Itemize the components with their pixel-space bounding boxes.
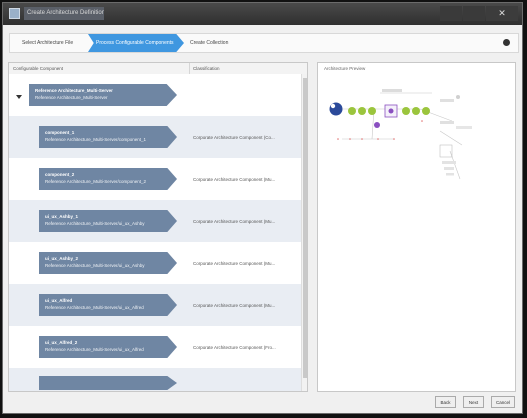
classification-cell[interactable]: Corporate Architecture Component (Co...: [193, 135, 275, 140]
table-row[interactable]: component_1 Reference Architecture_Multi…: [9, 116, 301, 158]
table-row[interactable]: [9, 368, 301, 391]
maximize-button[interactable]: [463, 6, 485, 21]
component-path: Reference Architecture_Multi-Server/comp…: [45, 179, 147, 184]
close-button[interactable]: ✕: [486, 6, 518, 21]
window-title: Create Architecture Definition: [24, 7, 104, 20]
component-tag: ui_ux_Alfred Reference Architecture_Mult…: [39, 294, 177, 316]
diagram-node: [348, 107, 356, 115]
back-button[interactable]: Back: [435, 396, 456, 408]
classification-cell[interactable]: Corporate Architecture Component (Mu...: [193, 303, 275, 308]
diagram-node: [402, 107, 410, 115]
classification-cell[interactable]: Corporate Architecture Component (Mu...: [193, 261, 275, 266]
component-tag: component_1 Reference Architecture_Multi…: [39, 126, 177, 148]
step-select-architecture-file[interactable]: Select Architecture File: [22, 34, 73, 52]
component-path: Reference Architecture_Multi-Server/ui_u…: [45, 221, 145, 226]
table-row[interactable]: ui_ux_Alfred_2 Reference Architecture_Mu…: [9, 326, 301, 368]
step-process-configurable-components[interactable]: Process Configurable Components: [88, 34, 184, 52]
component-tag: ui_ux_Ashby_2 Reference Architecture_Mul…: [39, 252, 177, 274]
component-name: ui_ux_Alfred: [45, 298, 73, 303]
close-icon: ✕: [498, 8, 506, 18]
column-header-classification[interactable]: Classification: [189, 63, 220, 74]
component-grid: Configurable Component Classification Re…: [8, 62, 308, 392]
component-tag: ui_ux_Alfred_2 Reference Architecture_Mu…: [39, 336, 177, 358]
component-tag: [39, 376, 177, 390]
diagram-node: [412, 107, 420, 115]
table-row[interactable]: ui_ux_Ashby_1 Reference Architecture_Mul…: [9, 200, 301, 242]
window-controls: ✕: [440, 6, 518, 21]
cancel-button[interactable]: Cancel: [491, 396, 515, 408]
gear-icon[interactable]: [503, 39, 510, 46]
component-name: ui_ux_Alfred_2: [45, 340, 78, 345]
classification-cell[interactable]: Corporate Architecture Component (Mu...: [193, 177, 275, 182]
column-header-component[interactable]: Configurable Component: [13, 63, 63, 74]
next-button[interactable]: Next: [463, 396, 484, 408]
vertical-scrollbar[interactable]: [301, 74, 307, 391]
diagram-node: [358, 107, 366, 115]
architecture-preview-panel: Architecture Preview: [317, 62, 516, 392]
title-bar[interactable]: Create Architecture Definition ✕: [3, 3, 522, 25]
component-path: Reference Architecture_Multi-Server/comp…: [45, 137, 147, 142]
classification-cell[interactable]: Corporate Architecture Component (Mu...: [193, 219, 275, 224]
component-tag: component_2 Reference Architecture_Multi…: [39, 168, 177, 190]
scrollbar-thumb[interactable]: [303, 78, 307, 378]
diagram-node: [368, 107, 376, 115]
component-path: Reference Architecture_Multi-Server/ui_u…: [45, 305, 144, 310]
collapse-arrow-icon[interactable]: [16, 95, 22, 99]
component-name: component_1: [45, 130, 75, 135]
table-row-root[interactable]: Reference Architecture_Multi-Server Refe…: [9, 74, 301, 116]
component-tag: ui_ux_Ashby_1 Reference Architecture_Mul…: [39, 210, 177, 232]
classification-cell[interactable]: Corporate Architecture Component (Fro...: [193, 345, 276, 350]
component-name: ui_ux_Ashby_1: [45, 214, 79, 219]
component-path: Reference Architecture_Multi-Server: [35, 95, 108, 100]
component-name: ui_ux_Ashby_2: [45, 256, 79, 261]
component-name: Reference Architecture_Multi-Server: [35, 88, 113, 93]
step-create-collection[interactable]: Create Collection: [190, 34, 228, 52]
diagram-node: [422, 107, 430, 115]
diagram-node: [374, 122, 380, 128]
minimize-button[interactable]: [440, 6, 462, 21]
component-path: Reference Architecture_Multi-Server/ui_u…: [45, 347, 144, 352]
table-row[interactable]: ui_ux_Ashby_2 Reference Architecture_Mul…: [9, 242, 301, 284]
app-icon: [9, 8, 20, 19]
architecture-diagram[interactable]: [322, 81, 512, 191]
table-row[interactable]: component_2 Reference Architecture_Multi…: [9, 158, 301, 200]
component-path: Reference Architecture_Multi-Server/ui_u…: [45, 263, 145, 268]
component-name: component_2: [45, 172, 75, 177]
wizard-steps: Select Architecture File Process Configu…: [9, 33, 519, 53]
component-tag: Reference Architecture_Multi-Server Refe…: [29, 84, 177, 106]
table-row[interactable]: ui_ux_Alfred Reference Architecture_Mult…: [9, 284, 301, 326]
preview-title: Architecture Preview: [324, 66, 366, 71]
